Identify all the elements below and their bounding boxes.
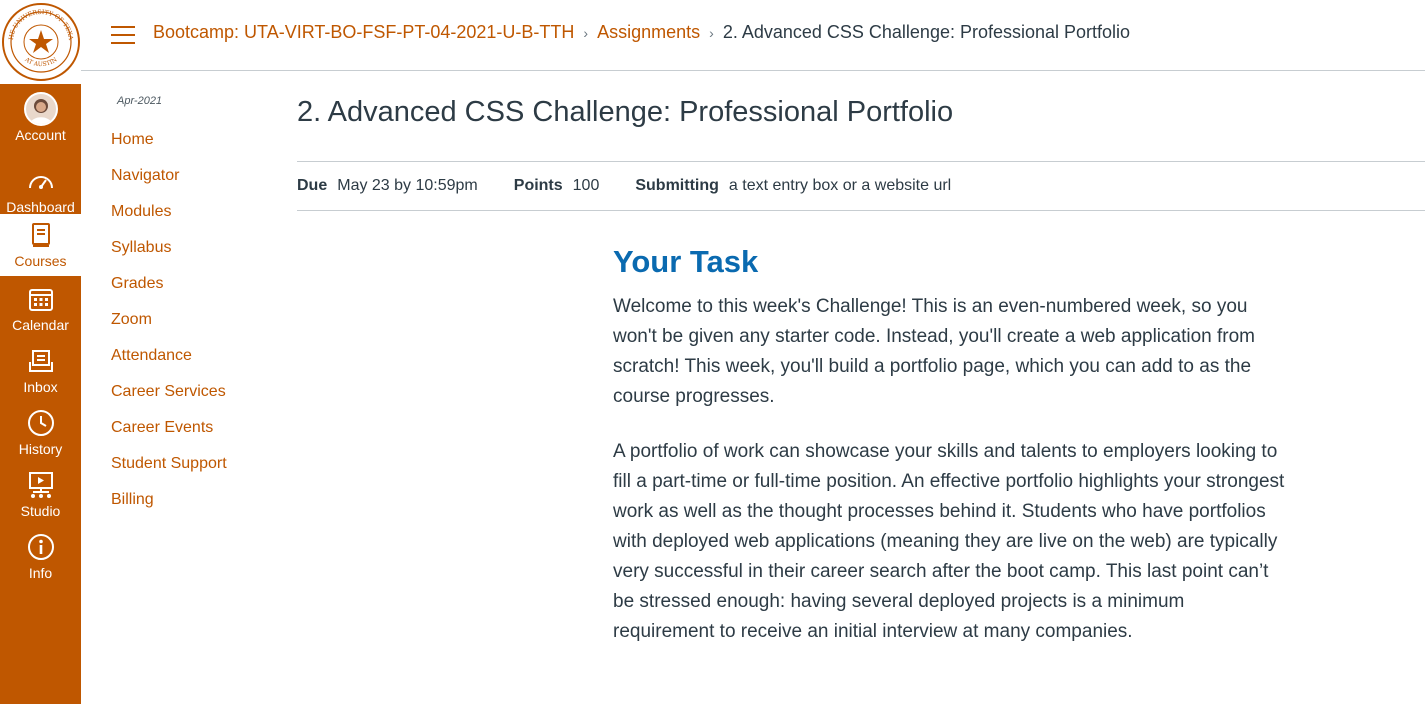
global-nav-inbox[interactable]: Inbox <box>0 340 81 402</box>
university-logo[interactable]: THE UNIVERSITY OF TEXAS AT AUSTIN <box>0 0 81 84</box>
course-nav-billing[interactable]: Billing <box>111 491 154 509</box>
course-nav-home[interactable]: Home <box>111 131 154 149</box>
global-nav-label: Inbox <box>23 379 58 395</box>
breadcrumb-assignments-link[interactable]: Assignments <box>597 22 700 43</box>
hamburger-menu-icon[interactable] <box>111 26 135 44</box>
assignment-description: Your Task Welcome to this week's Challen… <box>613 244 1285 672</box>
studio-icon <box>24 468 58 502</box>
global-nav: THE UNIVERSITY OF TEXAS AT AUSTIN Accoun… <box>0 0 81 704</box>
course-nav-modules[interactable]: Modules <box>111 203 171 221</box>
course-nav-student-support[interactable]: Student Support <box>111 455 227 473</box>
description-paragraph: A portfolio of work can showcase your sk… <box>613 441 1285 642</box>
university-seal-icon: THE UNIVERSITY OF TEXAS AT AUSTIN <box>1 2 80 81</box>
global-nav-label: Account <box>15 127 66 143</box>
book-icon <box>24 218 58 252</box>
page-title: 2. Advanced CSS Challenge: Professional … <box>297 96 954 128</box>
course-nav-grades[interactable]: Grades <box>111 275 163 293</box>
global-nav-label: History <box>18 441 63 457</box>
course-term: Apr-2021 <box>117 95 163 107</box>
chevron-right-icon: › <box>709 24 714 41</box>
clock-icon <box>24 406 58 440</box>
course-nav: Apr-2021 Home Navigator Modules Syllabus… <box>81 71 281 704</box>
due-label: Due <box>297 177 328 194</box>
global-nav-label: Calendar <box>12 317 69 333</box>
course-nav-career-services[interactable]: Career Services <box>111 383 226 401</box>
course-nav-navigator[interactable]: Navigator <box>111 167 179 185</box>
breadcrumb-course-link[interactable]: Bootcamp: UTA-VIRT-BO-FSF-PT-04-2021-U-B… <box>153 22 574 43</box>
global-nav-dashboard[interactable]: Dashboard <box>0 160 81 222</box>
due-value: May 23 by 10:59pm <box>337 177 478 194</box>
breadcrumb-current: 2. Advanced CSS Challenge: Professional … <box>722 22 1131 42</box>
course-nav-syllabus[interactable]: Syllabus <box>111 239 171 257</box>
dashboard-icon <box>24 164 58 198</box>
description-paragraph: Welcome to this week's Challenge! This i… <box>613 296 1256 407</box>
global-nav-studio[interactable]: Studio <box>0 464 81 526</box>
course-nav-zoom[interactable]: Zoom <box>111 311 152 329</box>
global-nav-label: Courses <box>14 253 67 269</box>
assignment-details: Due May 23 by 10:59pm Points 100 Submitt… <box>297 161 1425 211</box>
points-value: 100 <box>572 177 600 194</box>
section-heading: Your Task <box>613 244 759 279</box>
global-nav-label: Studio <box>20 503 61 519</box>
global-nav-info[interactable]: Info <box>0 526 81 588</box>
global-nav-label: Info <box>28 565 53 581</box>
page-header: Bootcamp: UTA-VIRT-BO-FSF-PT-04-2021-U-B… <box>81 0 1425 71</box>
submitting-value: a text entry box or a website url <box>728 177 952 194</box>
global-nav-calendar[interactable]: Calendar <box>0 278 81 340</box>
submitting-label: Submitting <box>635 177 719 194</box>
avatar <box>23 92 58 126</box>
chevron-right-icon: › <box>583 24 589 41</box>
course-nav-career-events[interactable]: Career Events <box>111 419 213 437</box>
global-nav-account[interactable]: Account <box>0 88 81 150</box>
course-nav-attendance[interactable]: Attendance <box>111 347 192 365</box>
global-nav-history[interactable]: History <box>0 402 81 464</box>
info-icon <box>24 530 58 564</box>
calendar-icon <box>24 282 58 316</box>
inbox-icon <box>24 344 58 378</box>
global-nav-courses[interactable]: Courses <box>0 214 81 276</box>
points-label: Points <box>513 177 563 194</box>
breadcrumb: Bootcamp: UTA-VIRT-BO-FSF-PT-04-2021-U-B… <box>153 22 1130 43</box>
